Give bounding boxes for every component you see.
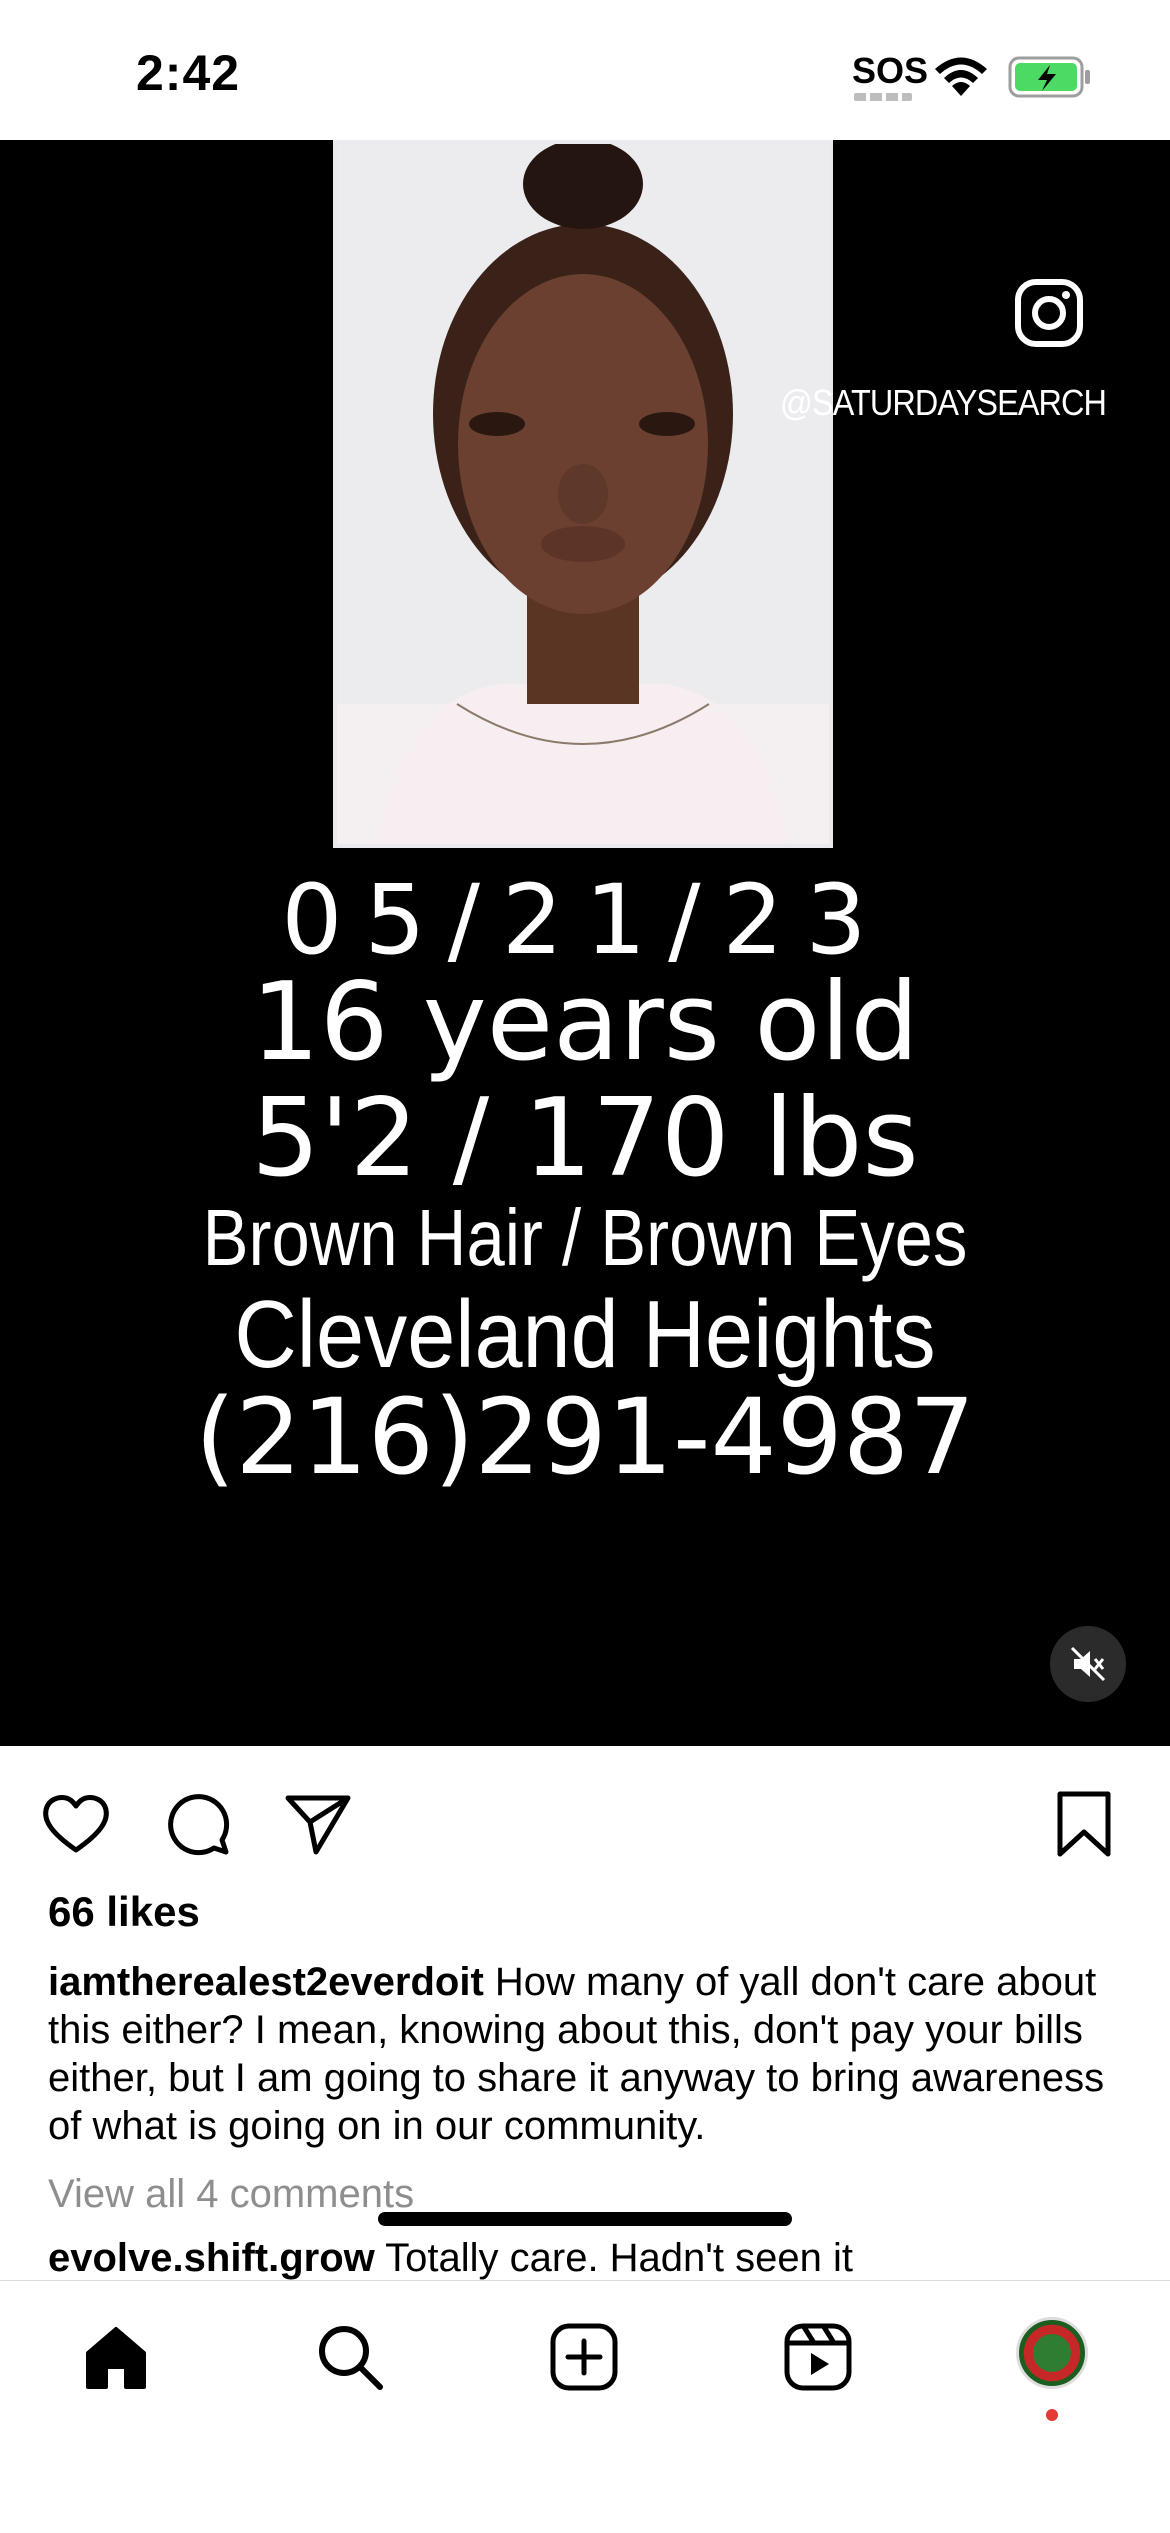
search-icon (319, 2326, 383, 2390)
poster-hair-eyes: Brown Hair / Brown Eyes (202, 1193, 968, 1282)
comment-preview: evolve.shift.grow Totally care. Hadn't s… (48, 2236, 853, 2282)
status-time: 2:42 (136, 45, 241, 101)
signal-dots (854, 93, 912, 101)
battery-charging-icon (1008, 56, 1090, 98)
bookmark-icon[interactable] (1048, 1788, 1120, 1860)
portrait-image (337, 144, 829, 844)
heart-icon[interactable] (40, 1788, 112, 1860)
notification-dot (1046, 2409, 1058, 2421)
watermark-text: @SATURDAYSEARCH (780, 382, 1107, 423)
sos-indicator: SOS (852, 50, 929, 91)
tab-reels[interactable] (778, 2317, 858, 2397)
tab-home[interactable] (76, 2317, 156, 2397)
instagram-icon (1015, 279, 1083, 347)
mute-button[interactable] (1050, 1626, 1126, 1702)
like-count[interactable]: 66 likes (48, 1888, 200, 1936)
send-icon[interactable] (282, 1788, 354, 1860)
plus-square-icon (550, 2323, 618, 2391)
post-actions (0, 1746, 1170, 1896)
wifi-icon (935, 57, 987, 96)
subject-photo (333, 140, 833, 848)
comment-icon[interactable] (162, 1788, 234, 1860)
poster-phone: (216)291-4987 (194, 1376, 976, 1498)
poster-age: 16 years old (251, 960, 919, 1085)
post-media[interactable]: @SATURDAYSEARCH 05/21/23 16 years old 5'… (0, 140, 1170, 1746)
tab-search[interactable] (310, 2317, 390, 2397)
home-icon (86, 2327, 146, 2389)
tab-create[interactable] (544, 2317, 624, 2397)
poster-height-weight: 5'2 / 170 lbs (251, 1076, 919, 1201)
reels-icon (784, 2323, 852, 2391)
view-all-comments-link[interactable]: View all 4 comments (48, 2172, 414, 2217)
comment-username[interactable]: evolve.shift.grow (48, 2236, 375, 2280)
profile-avatar[interactable] (1016, 2317, 1088, 2389)
comment-text: Totally care. Hadn't seen it (385, 2236, 854, 2280)
muted-speaker-icon (1070, 1646, 1106, 1682)
bottom-tab-bar (0, 2280, 1170, 2533)
caption-username[interactable]: iamtherealest2everdoit (48, 1960, 484, 2004)
status-bar: 2:42 SOS (0, 0, 1170, 140)
post-caption: iamtherealest2everdoit How many of yall … (48, 1958, 1128, 2150)
home-indicator[interactable] (378, 2212, 792, 2226)
poster-city: Cleveland Heights (234, 1281, 936, 1388)
